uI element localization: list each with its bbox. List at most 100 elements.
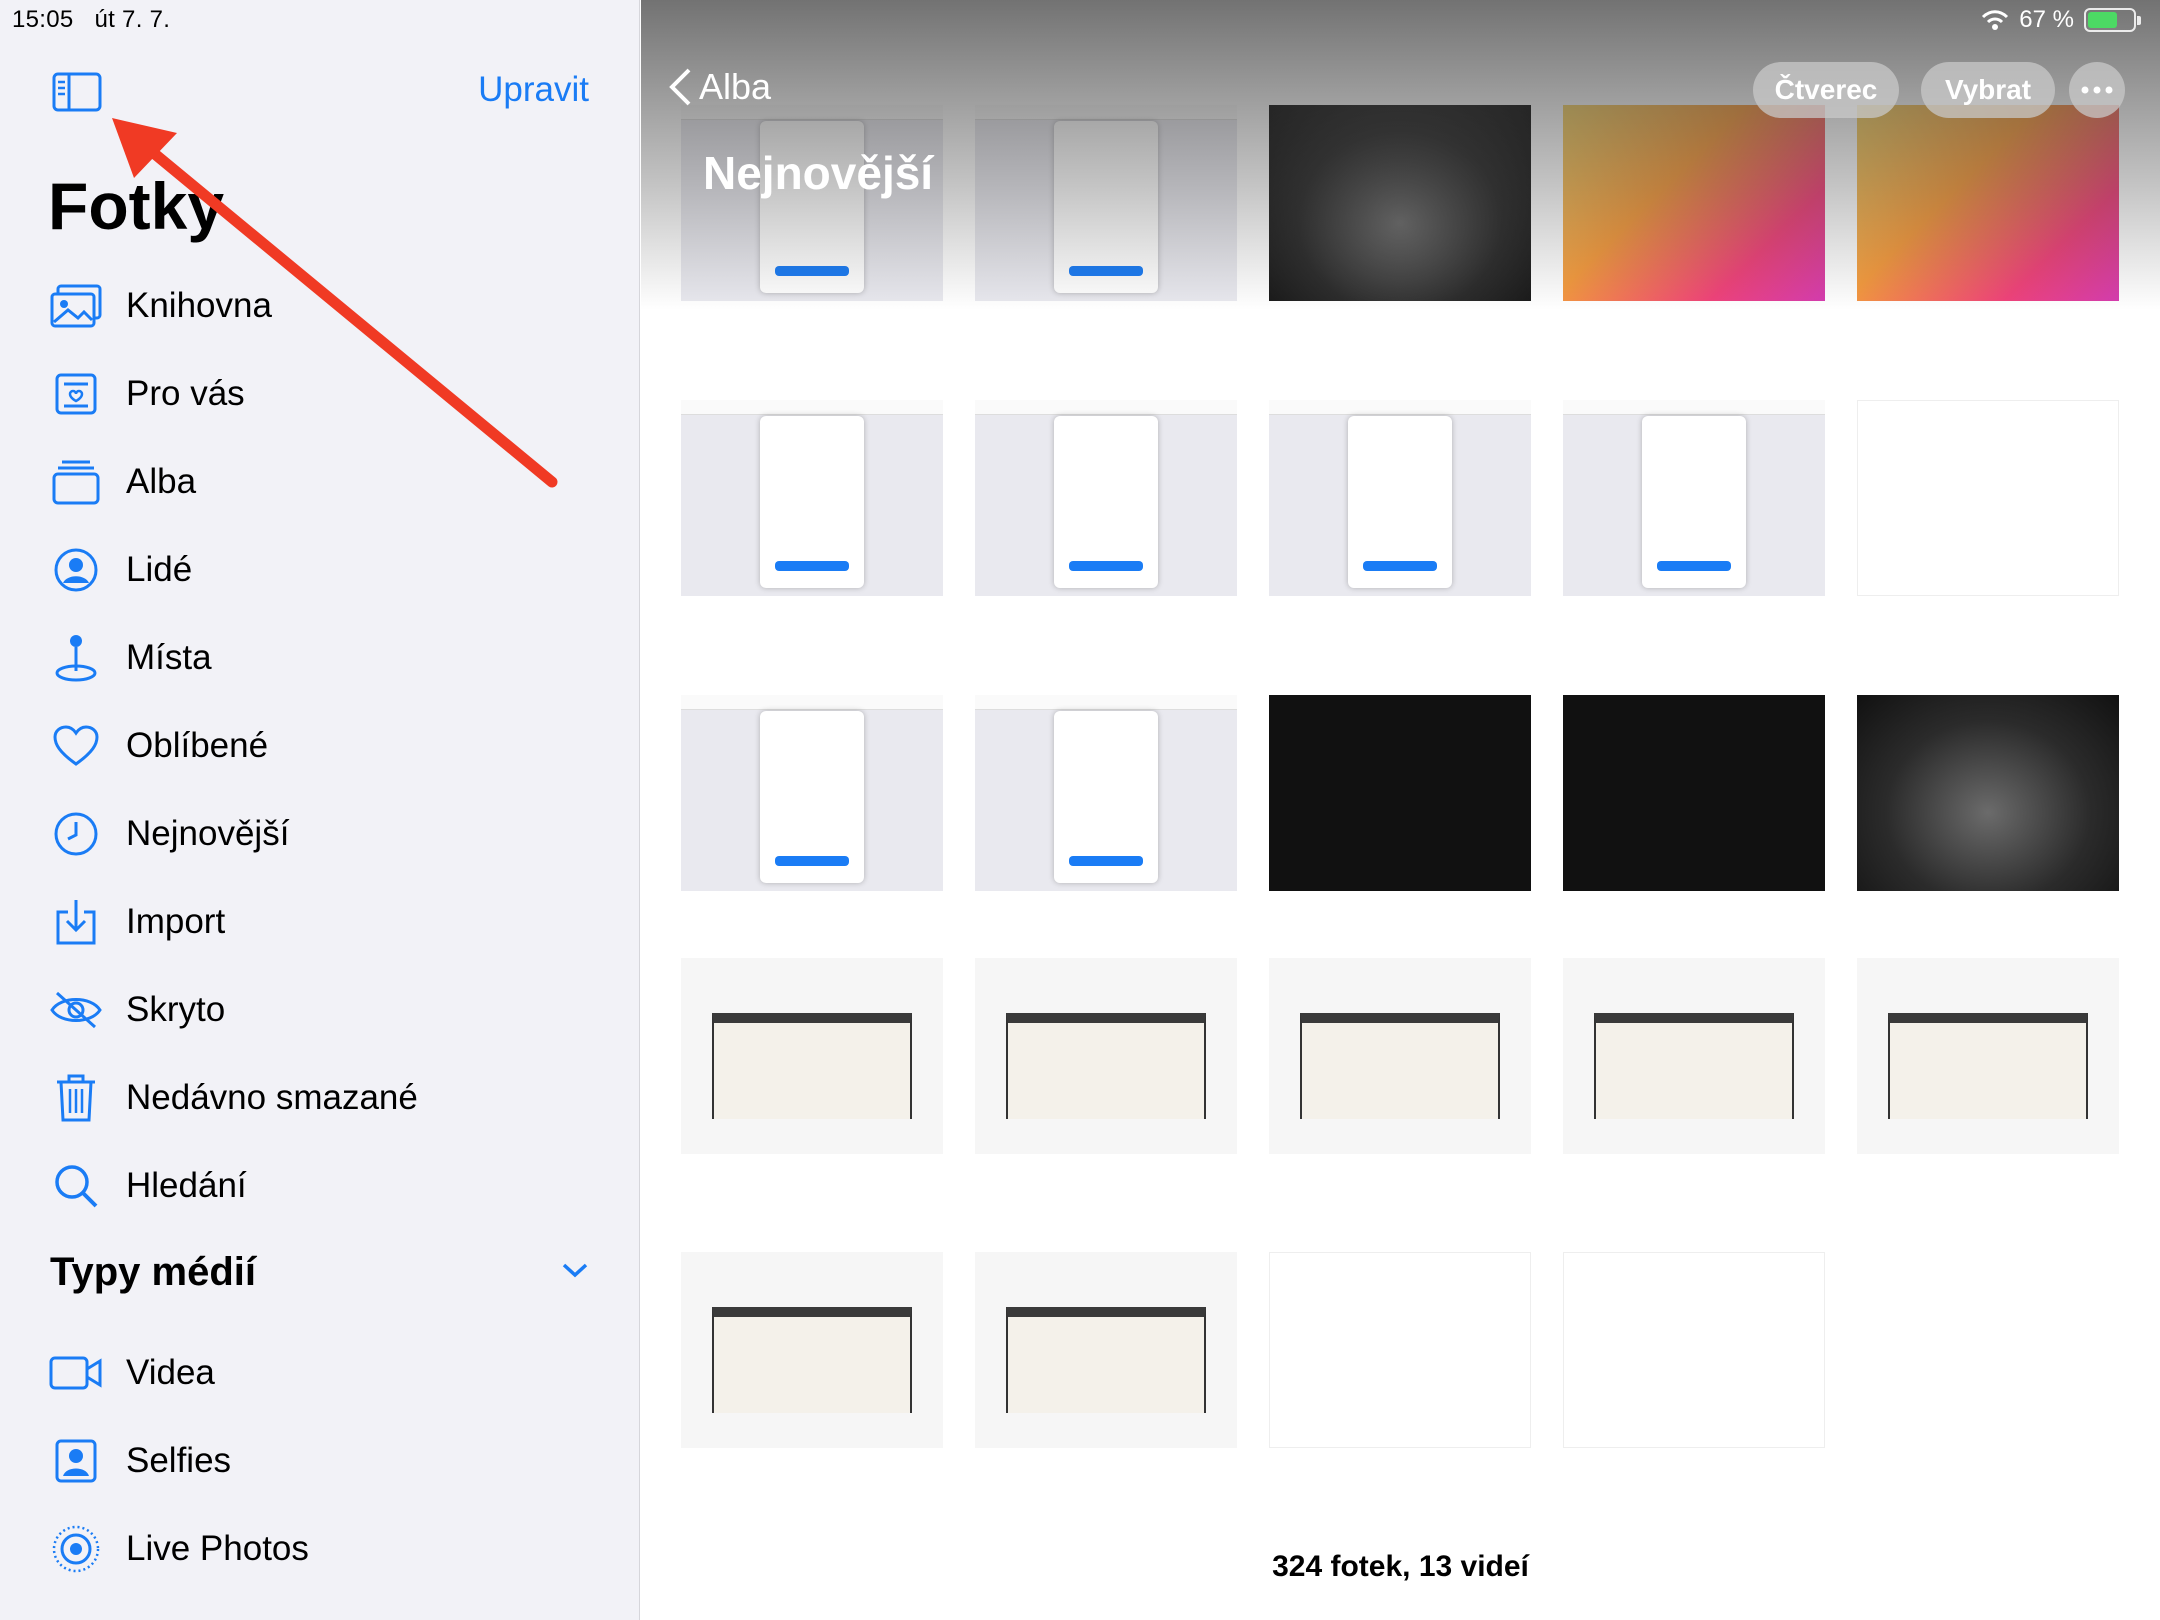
photo-thumbnail[interactable]: [975, 958, 1237, 1154]
sidebar-item-label: Selfies: [126, 1441, 232, 1480]
main-content: Alba Nejnovější Čtverec Vybrat 324 fotek…: [641, 0, 2160, 1620]
media-types-section-header[interactable]: Typy médií: [50, 1250, 590, 1295]
status-clock: 15:05: [12, 6, 74, 33]
sidebar-item-label: Knihovna: [126, 286, 272, 325]
thumbnail-image: [975, 1252, 1237, 1448]
thumbnail-image: [1269, 105, 1531, 301]
thumbnail-image: [1269, 958, 1531, 1154]
thumbnail-image: [975, 105, 1237, 301]
wifi-icon: [1982, 10, 2009, 30]
photo-thumbnail[interactable]: [1269, 1252, 1531, 1448]
for-you-icon: [48, 366, 104, 422]
sidebar-item-label: Nejnovější: [126, 814, 290, 853]
sidebar-item-label: Live Photos: [126, 1529, 309, 1568]
sidebar-item-label: Videa: [126, 1353, 215, 1392]
people-icon: [48, 542, 104, 598]
thumbnail-image: [1857, 105, 2119, 301]
sidebar-toggle-icon: [52, 72, 102, 112]
sidebar-item-library[interactable]: Knihovna: [0, 262, 640, 350]
sidebar-item-selfies[interactable]: Selfies: [0, 1417, 640, 1505]
thumbnail-image: [1857, 400, 2119, 596]
photo-thumbnail[interactable]: [1269, 400, 1531, 596]
more-button[interactable]: [2069, 62, 2125, 118]
sidebar-item-albums[interactable]: Alba: [0, 438, 640, 526]
square-view-button[interactable]: Čtverec: [1753, 62, 1899, 118]
photo-thumbnail[interactable]: [975, 400, 1237, 596]
sidebar-item-people[interactable]: Lidé: [0, 526, 640, 614]
photo-thumbnail[interactable]: [1563, 695, 1825, 891]
photo-thumbnail[interactable]: [975, 1252, 1237, 1448]
photo-thumbnail[interactable]: [1857, 695, 2119, 891]
status-date: út 7. 7.: [94, 6, 171, 33]
sidebar-item-for-you[interactable]: Pro vás: [0, 350, 640, 438]
photo-thumbnail[interactable]: [1857, 105, 2119, 301]
sidebar: 15:05 út 7. 7. Upravit Fotky Knihovna Pr…: [0, 0, 640, 1620]
photo-thumbnail[interactable]: [1563, 400, 1825, 596]
photo-thumbnail[interactable]: [1563, 958, 1825, 1154]
sidebar-item-search[interactable]: Hledání: [0, 1142, 640, 1230]
sidebar-item-label: Oblíbené: [126, 726, 269, 765]
thumbnail-image: [681, 400, 943, 596]
photo-thumbnail[interactable]: [1269, 958, 1531, 1154]
thumbnail-image: [681, 105, 943, 301]
photo-thumbnail[interactable]: [681, 958, 943, 1154]
photo-thumbnail[interactable]: [1269, 695, 1531, 891]
battery-percent: 67 %: [2019, 6, 2074, 33]
photo-thumbnail[interactable]: [1563, 1252, 1825, 1448]
edit-button[interactable]: Upravit: [478, 70, 589, 110]
sidebar-item-import[interactable]: Import: [0, 878, 640, 966]
photo-library-icon: [48, 278, 104, 334]
photo-thumbnail[interactable]: [681, 1252, 943, 1448]
thumbnail-image: [1857, 695, 2119, 891]
sidebar-item-label: Místa: [126, 638, 212, 677]
thumbnail-image: [1269, 400, 1531, 596]
photo-count: 324 fotek, 13 videí: [1272, 1550, 1529, 1583]
video-icon: [48, 1345, 104, 1401]
back-button[interactable]: Alba: [667, 66, 771, 108]
thumbnail-image: [681, 958, 943, 1154]
thumbnail-image: [1563, 695, 1825, 891]
photo-thumbnail[interactable]: [1857, 958, 2119, 1154]
thumbnail-image: [1857, 958, 2119, 1154]
sidebar-item-live-photos[interactable]: Live Photos: [0, 1505, 640, 1593]
status-time: 15:05 út 7. 7.: [12, 6, 170, 34]
sidebar-item-videos[interactable]: Videa: [0, 1329, 640, 1417]
thumbnail-image: [1563, 105, 1825, 301]
sidebar-nav: Knihovna Pro vás Alba Lidé Místa Oblíben…: [0, 262, 640, 1230]
section-title: Typy médií: [50, 1250, 256, 1294]
sidebar-item-label: Hledání: [126, 1166, 247, 1205]
heart-icon: [48, 718, 104, 774]
search-icon: [48, 1158, 104, 1214]
thumbnail-image: [1563, 400, 1825, 596]
status-indicators: 67 %: [1981, 6, 2141, 34]
album-title: Nejnovější: [703, 147, 934, 199]
media-types-nav: Videa Selfies Live Photos: [0, 1329, 640, 1593]
sidebar-item-label: Pro vás: [126, 374, 245, 413]
photo-thumbnail[interactable]: [681, 105, 943, 301]
sidebar-item-label: Alba: [126, 462, 197, 501]
photo-thumbnail[interactable]: [1269, 105, 1531, 301]
thumbnail-image: [975, 400, 1237, 596]
chevron-down-icon[interactable]: [560, 1260, 590, 1285]
albums-icon: [48, 454, 104, 510]
photo-thumbnail[interactable]: [681, 400, 943, 596]
photo-thumbnail[interactable]: [975, 695, 1237, 891]
sidebar-item-recents[interactable]: Nejnovější: [0, 790, 640, 878]
sidebar-item-label: Lidé: [126, 550, 193, 589]
trash-icon: [48, 1070, 104, 1126]
sidebar-item-recently-deleted[interactable]: Nedávno smazané: [0, 1054, 640, 1142]
photo-thumbnail[interactable]: [975, 105, 1237, 301]
sidebar-item-hidden[interactable]: Skryto: [0, 966, 640, 1054]
sidebar-toggle-button[interactable]: [52, 72, 102, 112]
sidebar-item-label: Import: [126, 902, 226, 941]
select-button[interactable]: Vybrat: [1921, 62, 2055, 118]
thumbnail-image: [1563, 1252, 1825, 1448]
photo-thumbnail[interactable]: [1563, 105, 1825, 301]
sidebar-item-favorites[interactable]: Oblíbené: [0, 702, 640, 790]
battery-icon: [2084, 8, 2141, 32]
photo-thumbnail[interactable]: [1857, 400, 2119, 596]
thumbnail-image: [1269, 1252, 1531, 1448]
photo-thumbnail[interactable]: [681, 695, 943, 891]
back-button-label: Alba: [699, 66, 772, 107]
sidebar-item-places[interactable]: Místa: [0, 614, 640, 702]
